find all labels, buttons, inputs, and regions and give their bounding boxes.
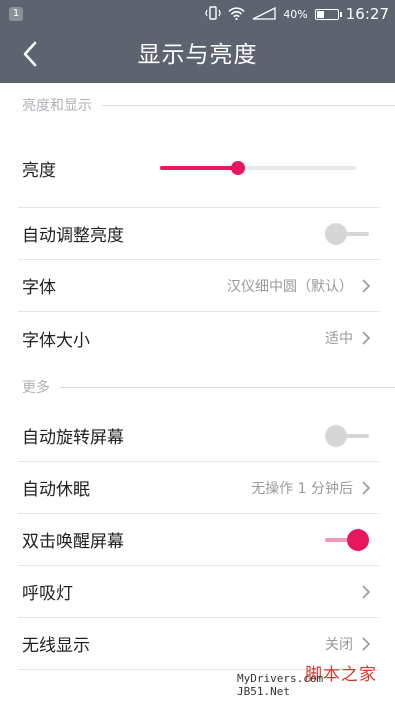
wifi-icon [228,5,245,24]
status-clock: 16:27 [345,5,389,23]
chevron-right-icon [362,331,371,345]
auto-rotate-toggle[interactable] [325,424,369,447]
chevron-right-icon [362,278,371,293]
breathing-light-row[interactable]: 呼吸灯 [18,566,379,618]
brightness-label: 亮度 [22,161,56,181]
section-header-display: 亮度和显示 [22,95,395,115]
auto-brightness-toggle[interactable] [325,222,369,245]
toggle-knob [325,222,347,245]
font-size-row[interactable]: 字体大小 适中 [18,312,379,364]
chevron-right-icon [362,636,371,651]
toggle-knob [325,424,347,447]
font-label: 字体 [22,278,56,298]
auto-brightness-row[interactable]: 自动调整亮度 [18,208,379,260]
double-tap-wake-row[interactable]: 双击唤醒屏幕 [18,514,379,566]
status-bar: 1 40% 16:27 [0,0,395,28]
chevron-right-icon [362,584,371,599]
section-title: 亮度和显示 [22,98,92,114]
font-size-value: 适中 [325,331,353,347]
vibrate-icon [205,5,222,24]
brightness-slider[interactable] [160,158,356,178]
page-title: 显示与亮度 [137,42,258,68]
auto-rotate-label: 自动旋转屏幕 [22,428,124,448]
slider-thumb[interactable] [231,161,246,175]
auto-sleep-row[interactable]: 自动休眠 无操作 1 分钟后 [18,462,379,514]
signal-icon [252,5,276,24]
battery-icon [314,8,342,20]
chevron-right-icon [362,480,371,495]
auto-rotate-row[interactable]: 自动旋转屏幕 [18,410,379,462]
section-title: 更多 [22,380,50,396]
auto-sleep-label: 自动休眠 [22,480,90,500]
watermark-url: MyDrivers.com JB51.Net [237,672,324,698]
battery-level-fill [316,10,324,18]
notification-badge: 1 [9,7,23,21]
slider-fill [160,166,239,170]
divider [102,104,395,106]
title-bar: 显示与亮度 [0,28,395,83]
breathing-light-label: 呼吸灯 [22,584,73,604]
toggle-knob [347,528,369,551]
auto-sleep-value: 无操作 1 分钟后 [251,480,353,497]
watermark: 脚本之家 MyDrivers.com JB51.Net [237,658,387,698]
font-value: 汉仪细中圆（默认） [227,278,353,295]
font-row[interactable]: 字体 汉仪细中圆（默认） [18,260,379,312]
wireless-display-label: 无线显示 [22,636,90,656]
font-size-label: 字体大小 [22,330,90,351]
double-tap-wake-label: 双击唤醒屏幕 [22,532,124,552]
divider [60,386,395,388]
section-header-more: 更多 [22,377,395,397]
auto-brightness-label: 自动调整亮度 [22,226,124,246]
battery-percent: 40% [283,7,308,21]
double-tap-wake-toggle[interactable] [325,528,369,551]
